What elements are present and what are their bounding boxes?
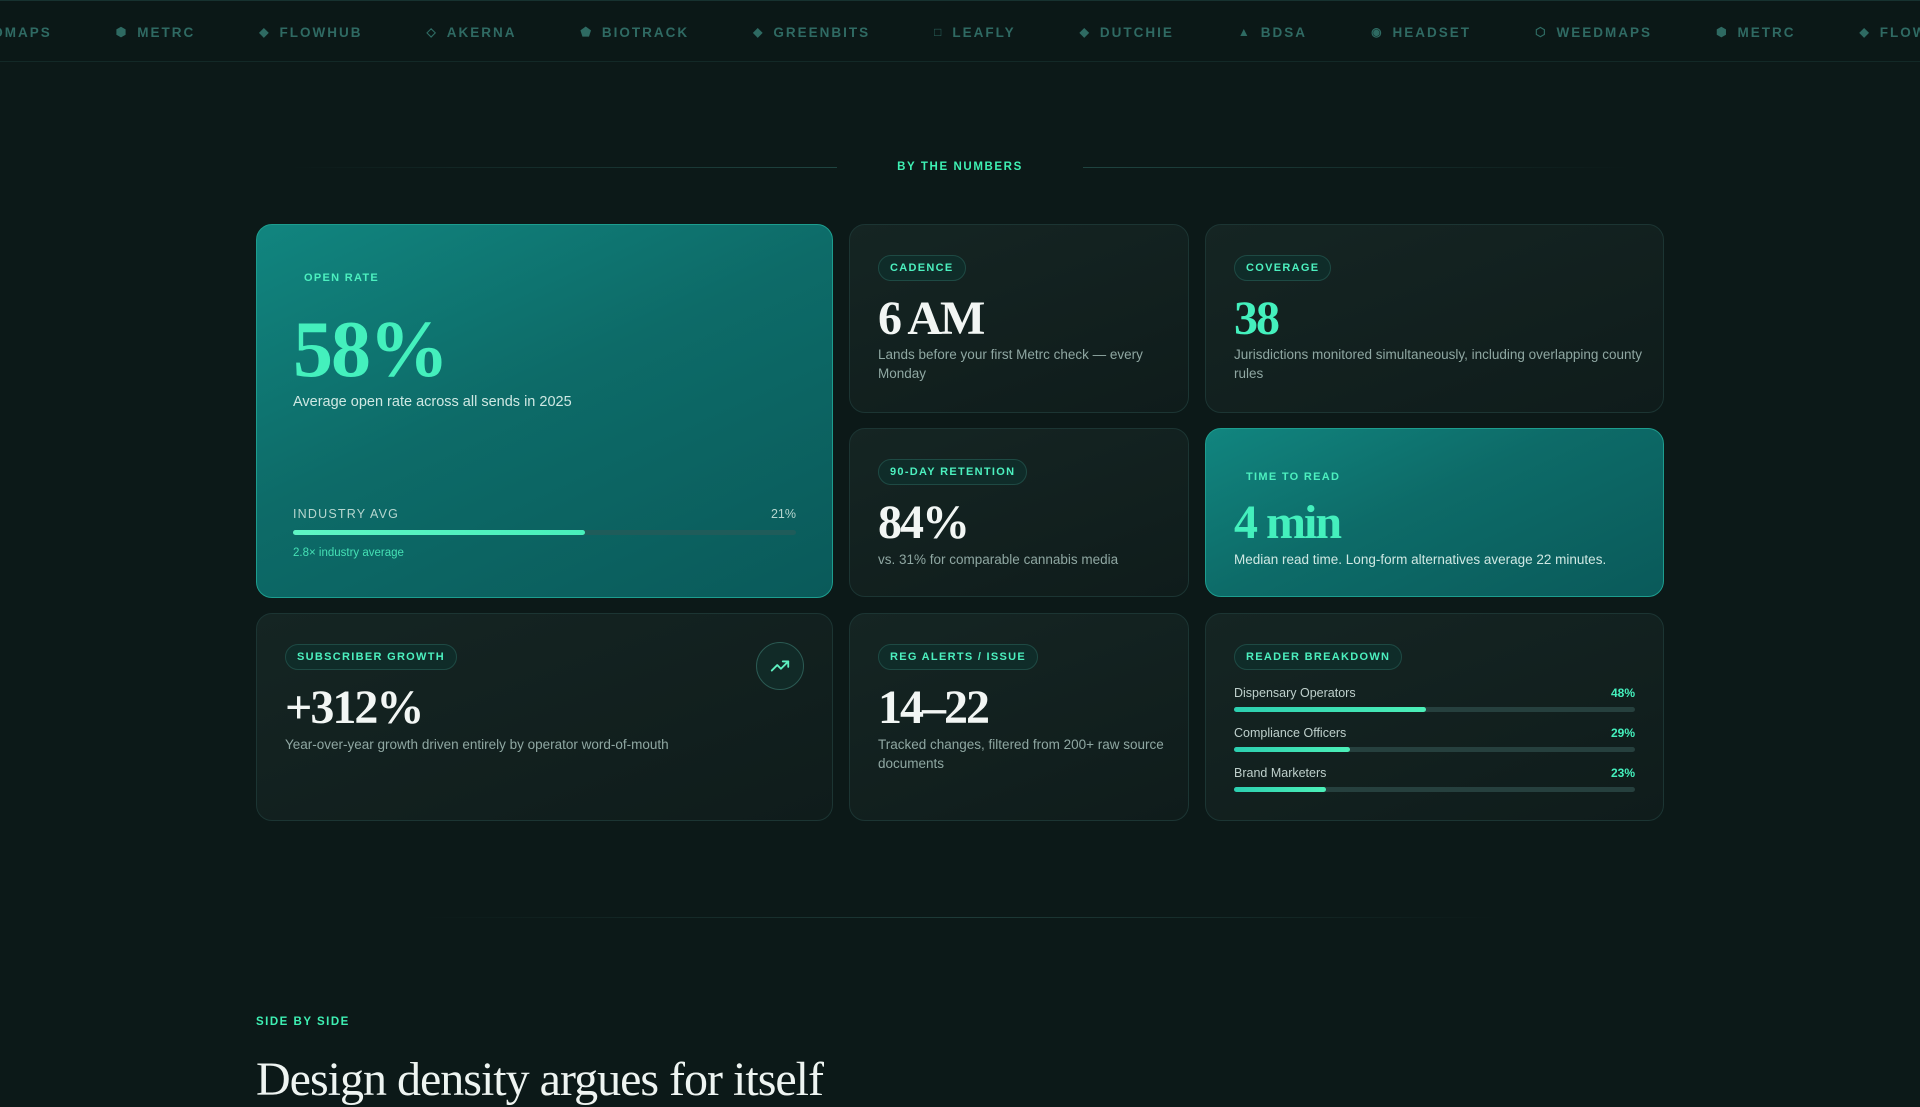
card-pill: REG ALERTS / ISSUE xyxy=(878,644,1039,670)
reg-alerts-desc: Tracked changes, filtered from 200+ raw … xyxy=(878,737,1164,771)
ticker-item-greenbits: ◆ GREENBITS xyxy=(753,25,870,40)
open-rate-card: OPEN RATE 58% Average open rate across a… xyxy=(256,224,833,598)
retention-card: 90-DAY RETENTION 84% vs. 31% for compara… xyxy=(849,428,1189,597)
ticker-label: FLOWHUB xyxy=(1879,24,1920,40)
ticker-label: DUTCHIE xyxy=(1099,24,1174,40)
subscriber-growth-card: SUBSCRIBER GROWTH +312% Year-over-year g… xyxy=(256,613,833,821)
ticker-item-weedmaps-partial: EDMAPS xyxy=(0,25,52,40)
ticker-label: METRC xyxy=(1737,24,1796,40)
trending-up-icon xyxy=(756,642,804,690)
card-pill: TIME TO READ xyxy=(1246,471,1341,483)
breakdown-bar xyxy=(1234,787,1635,792)
ticker-item-headset: ◉ HEADSET xyxy=(1371,25,1471,40)
cadence-value: 6 AM xyxy=(878,292,985,345)
circle-icon: ◉ xyxy=(1371,25,1384,39)
diamond-icon: ◆ xyxy=(1079,25,1091,39)
divider-line xyxy=(290,166,838,168)
side-by-side-label: SIDE BY SIDE xyxy=(256,1016,350,1028)
breakdown-bar xyxy=(1234,707,1635,712)
open-rate-desc: Average open rate across all sends in 20… xyxy=(293,394,572,410)
ticker-item-bdsa: ▲ BDSA xyxy=(1238,25,1307,40)
reader-breakdown-card: READER BREAKDOWN Dispensary Operators 48… xyxy=(1205,613,1664,821)
card-pill: 90-DAY RETENTION xyxy=(878,459,1028,485)
industry-avg-value: 21% xyxy=(770,507,796,521)
ticker-item-leafly: □ LEAFLY xyxy=(934,25,1016,40)
divider-line xyxy=(1082,166,1631,168)
ticker-label: EDMAPS xyxy=(0,24,52,40)
ticker-item-weedmaps: ⬡ WEEDMAPS xyxy=(1535,25,1652,40)
ticker-item-akerna: ◇ AKERNA xyxy=(426,25,516,40)
open-rate-value: 58% xyxy=(293,306,449,394)
breakdown-bar-fill xyxy=(1234,707,1427,712)
by-the-numbers-header: BY THE NUMBERS xyxy=(290,157,1631,177)
diamond-icon: ◆ xyxy=(1859,25,1871,39)
ticker-label: BIOTRACK xyxy=(601,24,690,40)
card-pill: COVERAGE xyxy=(1234,255,1332,281)
breakdown-label: Dispensary Operators xyxy=(1234,686,1356,700)
ticker-item-biotrack: ⬟ BIOTRACK xyxy=(580,25,689,40)
retention-value: 84% xyxy=(878,496,970,549)
diamond-outline-icon: ◇ xyxy=(426,25,438,39)
ticker-label: FLOWHUB xyxy=(279,24,363,40)
reg-alerts-card: REG ALERTS / ISSUE 14–22 Tracked changes… xyxy=(849,613,1189,821)
card-pill: CADENCE xyxy=(878,255,966,281)
ticker-item-metrc: ⬢ METRC xyxy=(1716,25,1795,40)
ticker-label: BDSA xyxy=(1260,24,1308,40)
breakdown-value: 48% xyxy=(1610,686,1635,700)
breakdown-row: Compliance Officers 29% xyxy=(1234,726,1635,756)
triangle-icon: ▲ xyxy=(1237,25,1252,39)
section-divider xyxy=(420,917,1500,918)
partner-ticker: EDMAPS ⬢ METRC ◆ FLOWHUB ◇ AKERNA ⬟ BIOTRACK… xyxy=(0,0,1920,62)
diamond-icon: ◆ xyxy=(753,25,765,39)
open-rate-bar-fill xyxy=(293,530,585,535)
card-pill: SUBSCRIBER GROWTH xyxy=(285,644,457,670)
pentagon-icon: ⬟ xyxy=(580,25,593,39)
hexagon-icon: ⬢ xyxy=(1716,25,1729,39)
breakdown-row: Dispensary Operators 48% xyxy=(1234,686,1635,716)
breakdown-row: Brand Marketers 23% xyxy=(1234,766,1635,796)
breakdown-value: 29% xyxy=(1610,726,1635,740)
ticker-track: EDMAPS ⬢ METRC ◆ FLOWHUB ◇ AKERNA ⬟ BIOTRACK… xyxy=(0,1,1920,61)
retention-desc: vs. 31% for comparable cannabis media xyxy=(878,552,1119,567)
hexagon-outline-icon: ⬡ xyxy=(1535,25,1548,39)
ticker-item-metrc: ⬢ METRC xyxy=(116,25,195,40)
breakdown-bar-fill xyxy=(1234,747,1351,752)
growth-desc: Year-over-year growth driven entirely by… xyxy=(285,737,669,752)
card-pill: READER BREAKDOWN xyxy=(1234,644,1403,670)
industry-avg-label: INDUSTRY AVG xyxy=(293,507,400,521)
card-pill: OPEN RATE xyxy=(304,272,380,284)
coverage-value: 38 xyxy=(1234,292,1280,345)
ticker-item-flowhub: ◆ FLOWHUB xyxy=(259,25,362,40)
breakdown-bar-fill xyxy=(1234,787,1327,792)
cadence-card: CADENCE 6 AM Lands before your first Met… xyxy=(849,224,1189,413)
reg-alerts-value: 14–22 xyxy=(878,681,990,734)
ticker-label: AKERNA xyxy=(446,24,517,40)
coverage-card: COVERAGE 38 Jurisdictions monitored simu… xyxy=(1205,224,1664,413)
time-to-read-desc: Median read time. Long-form alternatives… xyxy=(1234,552,1607,567)
time-to-read-card: TIME TO READ 4 min Median read time. Lon… xyxy=(1205,428,1664,597)
ticker-label: METRC xyxy=(137,24,196,40)
cadence-desc: Lands before your first Metrc check — ev… xyxy=(878,347,1143,381)
open-rate-bar xyxy=(293,530,796,535)
square-icon: □ xyxy=(934,25,944,39)
open-rate-footnote: 2.8× industry average xyxy=(293,547,404,559)
ticker-label: LEAFLY xyxy=(952,24,1016,40)
ticker-label: GREENBITS xyxy=(773,24,871,40)
breakdown-value: 23% xyxy=(1610,766,1635,780)
ticker-item-dutchie: ◆ DUTCHIE xyxy=(1080,25,1174,40)
hexagon-icon: ⬢ xyxy=(115,25,129,39)
time-to-read-value: 4 min xyxy=(1234,496,1342,549)
coverage-desc: Jurisdictions monitored simultaneously, … xyxy=(1234,347,1642,381)
ticker-item-flowhub: ◆ FLOWHUB xyxy=(1860,25,1920,40)
breakdown-bar xyxy=(1234,747,1635,752)
breakdown-label: Brand Marketers xyxy=(1234,766,1327,780)
diamond-icon: ◆ xyxy=(259,25,271,39)
ticker-label: WEEDMAPS xyxy=(1556,24,1653,40)
ticker-label: HEADSET xyxy=(1392,24,1472,40)
growth-value: +312% xyxy=(285,681,424,734)
section-label: BY THE NUMBERS xyxy=(897,161,1023,173)
breakdown-label: Compliance Officers xyxy=(1234,726,1347,740)
